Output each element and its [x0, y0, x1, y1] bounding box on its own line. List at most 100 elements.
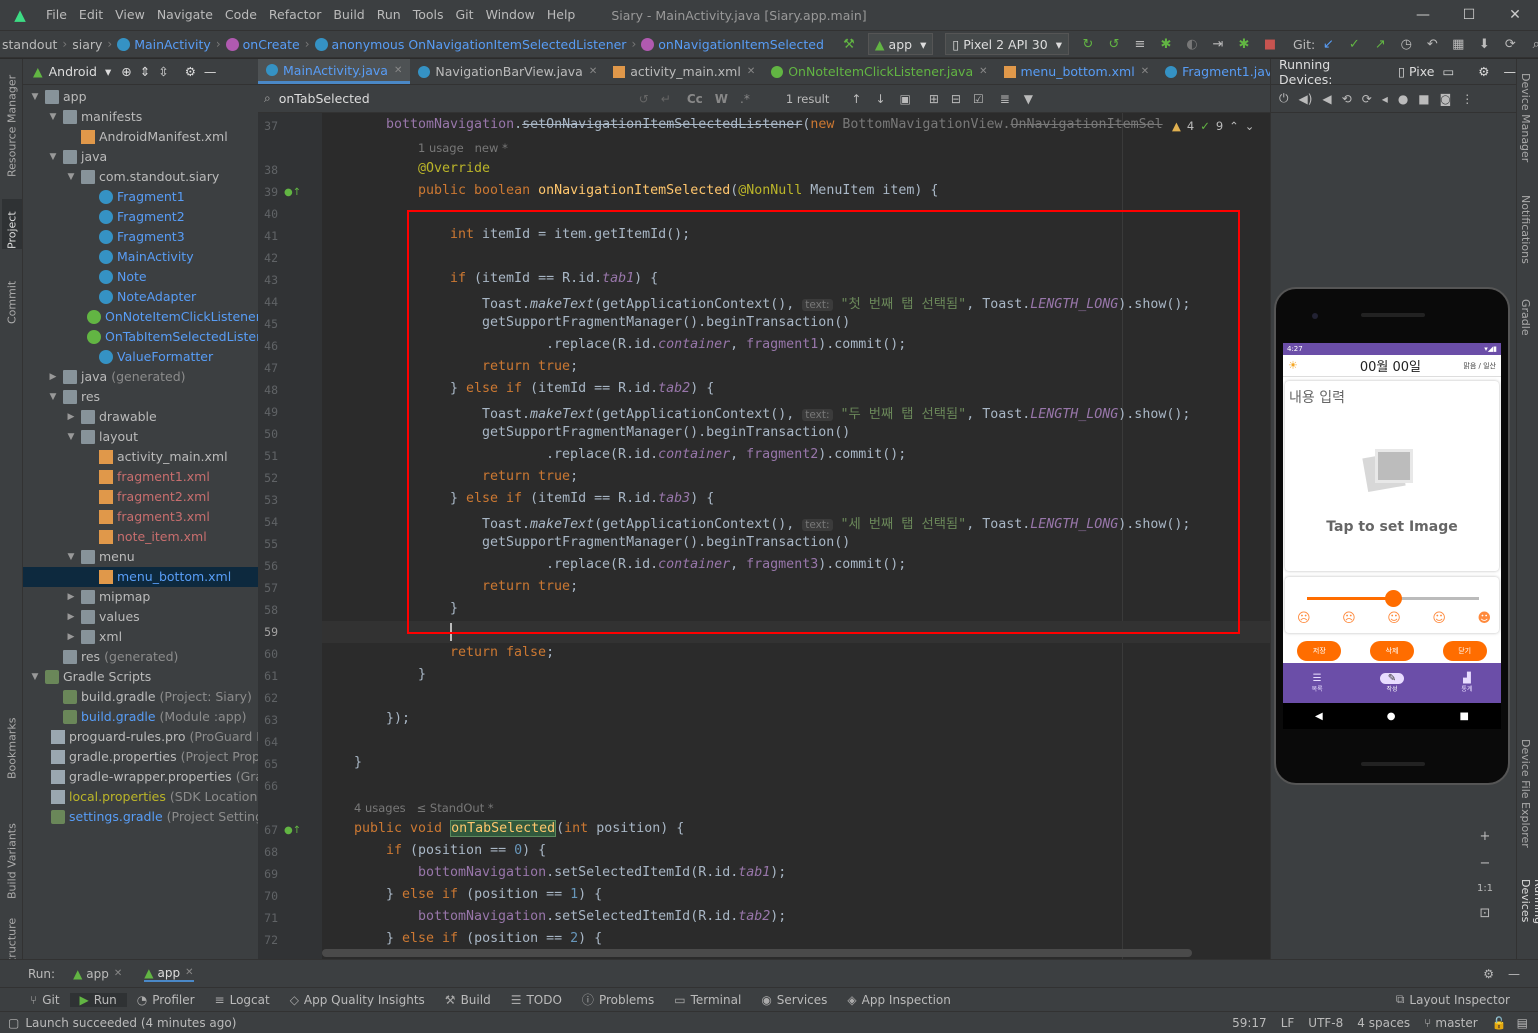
device-manager-tab[interactable]: Device Manager	[1519, 73, 1532, 162]
override-marker-icon[interactable]: ●↑	[284, 187, 301, 198]
menu-run[interactable]: Run	[371, 0, 407, 30]
project-tree-item[interactable]: fragment1.xml	[23, 467, 258, 487]
project-tree-item[interactable]: fragment3.xml	[23, 507, 258, 527]
line-number[interactable]: 58	[258, 603, 278, 617]
project-tab[interactable]: Project	[2, 199, 22, 249]
rotate-right-icon[interactable]: ⟳	[1362, 92, 1372, 106]
project-tree-item[interactable]: menu_bottom.xml	[23, 567, 258, 587]
volume-down-icon[interactable]: ◀	[1322, 92, 1331, 106]
project-tree-item[interactable]: Note	[23, 267, 258, 287]
close-tab-icon[interactable]: ✕	[394, 65, 402, 76]
breadcrumb-class[interactable]: MainActivity	[115, 37, 213, 52]
maximize-icon[interactable]: ☐	[1446, 0, 1492, 30]
project-tree-item[interactable]: NoteAdapter	[23, 287, 258, 307]
line-number[interactable]: 62	[258, 691, 278, 705]
project-tree-item[interactable]: gradle-wrapper.properties(Gradl	[23, 767, 258, 787]
nav-write[interactable]: ✎ 작성	[1379, 673, 1405, 693]
line-number[interactable]: 42	[258, 251, 278, 265]
menu-help[interactable]: Help	[541, 0, 582, 30]
resource-manager-tab[interactable]: Resource Manager	[2, 67, 22, 177]
chevron-down-icon[interactable]: ▼	[29, 667, 41, 687]
device-select[interactable]: ▯ Pixel 2 API 30 ▾	[945, 33, 1069, 55]
warning-icon[interactable]: ▲	[1172, 119, 1181, 133]
menu-file[interactable]: File	[40, 0, 73, 30]
status-message[interactable]: Launch succeeded (4 minutes ago)	[25, 1016, 236, 1030]
sun-icon[interactable]: ☀	[1288, 359, 1298, 372]
chevron-right-icon[interactable]: ▶	[65, 587, 77, 607]
project-tree-item[interactable]: build.gradle (Module :app)	[23, 707, 258, 727]
line-number[interactable]: 63	[258, 713, 278, 727]
minimize-icon[interactable]: —	[1400, 0, 1446, 30]
menu-window[interactable]: Window	[480, 0, 541, 30]
line-number[interactable]: 71	[258, 911, 278, 925]
git-branch[interactable]: ⑂ master	[1424, 1016, 1478, 1030]
layout-inspector-button[interactable]: ⧉ Layout Inspector	[1386, 992, 1520, 1007]
todo-tool-button[interactable]: ☰ TODO	[501, 993, 572, 1007]
screenshot-icon[interactable]: ◙	[1440, 92, 1452, 106]
mood-neutral-icon[interactable]: ☺	[1387, 611, 1401, 626]
build-variants-tab[interactable]: Build Variants	[2, 804, 22, 899]
chevron-up-icon[interactable]: ⌃	[1229, 119, 1239, 133]
menu-tools[interactable]: Tools	[407, 0, 450, 30]
nav-stats[interactable]: ▟ 통계	[1461, 673, 1472, 693]
close-button[interactable]: 닫기	[1442, 641, 1487, 661]
editor-tab[interactable]: MainActivity.java ✕	[258, 59, 411, 84]
project-tree-item[interactable]: ▼ res	[23, 387, 258, 407]
project-tree-item[interactable]: ▼ app	[23, 87, 258, 107]
line-number[interactable]: 72	[258, 933, 278, 947]
project-tree-item[interactable]: local.properties (SDK Location)	[23, 787, 258, 807]
git-push-icon[interactable]: ↗	[1367, 33, 1393, 55]
project-tree-item[interactable]: ▼ layout	[23, 427, 258, 447]
hide-panel-icon[interactable]: —	[1508, 967, 1520, 981]
save-button[interactable]: 저장	[1297, 641, 1342, 661]
apply-code-changes-icon[interactable]: ≡	[1127, 33, 1153, 55]
project-tree-item[interactable]: res (generated)	[23, 647, 258, 667]
more-icon[interactable]: ⋮	[1461, 92, 1473, 106]
app-quality-tool-button[interactable]: ◇ App Quality Insights	[280, 993, 435, 1007]
mood-angry-icon[interactable]: ☹	[1297, 611, 1311, 626]
regex-toggle[interactable]: .*	[740, 92, 750, 106]
home-icon[interactable]: ●	[1387, 711, 1396, 722]
project-tree-item[interactable]: activity_main.xml	[23, 447, 258, 467]
line-number[interactable]: 38	[258, 163, 278, 177]
line-number[interactable]: 46	[258, 339, 278, 353]
line-number[interactable]: 45	[258, 317, 278, 331]
line-number[interactable]: 52	[258, 471, 278, 485]
mood-slider-thumb[interactable]	[1385, 590, 1402, 607]
image-placeholder-icon[interactable]	[1362, 447, 1415, 493]
editor-tab[interactable]: activity_main.xml ✕	[605, 59, 763, 84]
menu-build[interactable]: Build	[327, 0, 370, 30]
close-icon[interactable]: ✕	[1492, 0, 1538, 30]
locate-icon[interactable]: ⊕	[121, 64, 131, 79]
breadcrumb-module[interactable]: siary	[70, 37, 104, 52]
in-selection-icon[interactable]: ≣	[1000, 92, 1010, 106]
caret-position[interactable]: 59:17	[1232, 1016, 1267, 1030]
project-tree-item[interactable]: proguard-rules.pro(ProGuard Ru	[23, 727, 258, 747]
close-icon[interactable]: ✕	[185, 967, 193, 978]
chevron-down-icon[interactable]: ▾	[105, 64, 111, 79]
power-icon[interactable]: ⏻	[1279, 91, 1289, 106]
mood-happy-icon[interactable]: ☻	[1477, 611, 1491, 626]
mood-sad-icon[interactable]: ☹	[1342, 611, 1356, 626]
add-occurrence-icon[interactable]: ⊞	[929, 92, 939, 106]
zoom-actual-size[interactable]: 1:1	[1477, 883, 1493, 894]
menu-refactor[interactable]: Refactor	[263, 0, 327, 30]
content-input[interactable]: 내용 입력	[1285, 381, 1499, 413]
project-tree-item[interactable]: build.gradle (Project: Siary)	[23, 687, 258, 707]
device-tab[interactable]: ▯ Pixe	[1398, 64, 1434, 79]
chevron-down-icon[interactable]: ▼	[65, 167, 77, 187]
close-icon[interactable]: ✕	[114, 968, 122, 979]
tap-to-set-image[interactable]: Tap to set Image	[1285, 519, 1499, 535]
line-number[interactable]: 41	[258, 229, 278, 243]
gradle-tab[interactable]: Gradle	[1519, 299, 1532, 336]
project-tree-item[interactable]: ValueFormatter	[23, 347, 258, 367]
git-tool-button[interactable]: ⑂ Git	[20, 993, 70, 1007]
line-number[interactable]: 67	[258, 823, 278, 837]
breadcrumb-root[interactable]: standout	[0, 37, 59, 52]
breadcrumb-anonymous[interactable]: anonymous OnNavigationItemSelectedListen…	[313, 37, 629, 52]
git-commit-icon[interactable]: ✓	[1341, 33, 1367, 55]
run-config-select[interactable]: ▲ app ▾	[867, 33, 934, 55]
project-tree-item[interactable]: ▶ java (generated)	[23, 367, 258, 387]
chevron-right-icon[interactable]: ▶	[65, 407, 77, 427]
zoom-in-icon[interactable]: +	[1480, 829, 1491, 844]
